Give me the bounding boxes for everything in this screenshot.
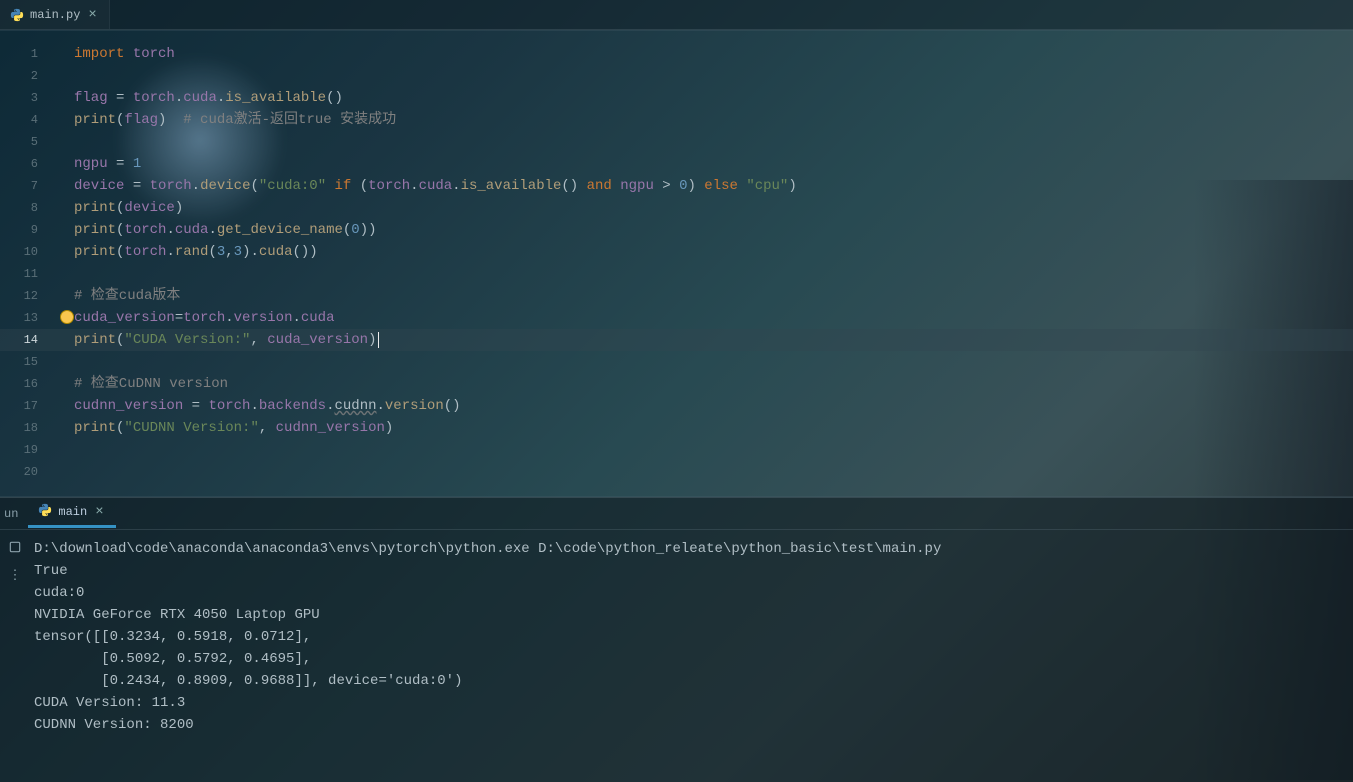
code-line[interactable]: 10print(torch.rand(3,3).cuda()) — [0, 241, 1353, 263]
line-number: 8 — [0, 197, 54, 219]
code-line[interactable]: 8print(device) — [0, 197, 1353, 219]
code-line[interactable]: 15 — [0, 351, 1353, 373]
line-number: 20 — [0, 461, 54, 483]
code-content: device = torch.device("cuda:0" if (torch… — [54, 175, 1353, 197]
more-actions-button[interactable]: ⋮ — [1, 566, 30, 585]
code-line[interactable]: 7device = torch.device("cuda:0" if (torc… — [0, 175, 1353, 197]
code-content: print(device) — [54, 197, 1353, 219]
run-tab-bar: un main × — [0, 498, 1353, 530]
line-number: 18 — [0, 417, 54, 439]
code-content: # 检查cuda版本 — [54, 285, 1353, 307]
line-number: 2 — [0, 65, 54, 87]
run-tab-label: main — [58, 505, 87, 519]
run-tab-main[interactable]: main × — [28, 499, 115, 528]
line-number: 6 — [0, 153, 54, 175]
line-number: 10 — [0, 241, 54, 263]
run-toolbar: ⋮ — [0, 530, 30, 782]
run-tab-close-button[interactable]: × — [93, 505, 105, 519]
code-line[interactable]: 12# 检查cuda版本 — [0, 285, 1353, 307]
code-content: # 检查CuDNN version — [54, 373, 1353, 395]
code-content: cudnn_version = torch.backends.cudnn.ver… — [54, 395, 1353, 417]
python-file-icon — [10, 8, 24, 22]
run-tool-window: un main × ⋮ D:\download\code\anaconda\an… — [0, 497, 1353, 782]
line-number: 16 — [0, 373, 54, 395]
code-line[interactable]: 17cudnn_version = torch.backends.cudnn.v… — [0, 395, 1353, 417]
code-line[interactable]: 16# 检查CuDNN version — [0, 373, 1353, 395]
line-number: 7 — [0, 175, 54, 197]
code-content: print("CUDNN Version:", cudnn_version) — [54, 417, 1353, 439]
code-content: ngpu = 1 — [54, 153, 1353, 175]
line-number: 17 — [0, 395, 54, 417]
code-content: print("CUDA Version:", cuda_version) — [54, 329, 1353, 351]
code-content: flag = torch.cuda.is_available() — [54, 87, 1353, 109]
line-number: 4 — [0, 109, 54, 131]
editor-tab-label: main.py — [30, 8, 80, 22]
code-content: cuda_version=torch.version.cuda — [54, 307, 1353, 329]
code-line[interactable]: 5 — [0, 131, 1353, 153]
code-line[interactable]: 4print(flag) # cuda激活-返回true 安装成功 — [0, 109, 1353, 131]
code-line[interactable]: 9print(torch.cuda.get_device_name(0)) — [0, 219, 1353, 241]
line-number: 1 — [0, 43, 54, 65]
tab-close-button[interactable]: × — [86, 8, 98, 22]
line-number: 5 — [0, 131, 54, 153]
code-line[interactable]: 19 — [0, 439, 1353, 461]
line-number: 12 — [0, 285, 54, 307]
code-line[interactable]: 14print("CUDA Version:", cuda_version) — [0, 329, 1353, 351]
editor-tab-bar: main.py × — [0, 0, 1353, 30]
code-content: print(torch.cuda.get_device_name(0)) — [54, 219, 1353, 241]
intention-bulb-icon[interactable] — [60, 310, 74, 324]
line-number: 13 — [0, 307, 54, 329]
code-content: print(torch.rand(3,3).cuda()) — [54, 241, 1353, 263]
code-line[interactable]: 3flag = torch.cuda.is_available() — [0, 87, 1353, 109]
code-line[interactable]: 11 — [0, 263, 1353, 285]
python-file-icon — [38, 503, 52, 521]
code-line[interactable]: 13cuda_version=torch.version.cuda — [0, 307, 1353, 329]
code-content: print(flag) # cuda激活-返回true 安装成功 — [54, 109, 1353, 131]
expand-icon[interactable] — [4, 536, 26, 558]
code-editor[interactable]: 1import torch23flag = torch.cuda.is_avai… — [0, 30, 1353, 497]
line-number: 3 — [0, 87, 54, 109]
code-line[interactable]: 18print("CUDNN Version:", cudnn_version) — [0, 417, 1353, 439]
run-panel-title: un — [2, 507, 24, 521]
editor-tab-main[interactable]: main.py × — [0, 0, 110, 29]
code-line[interactable]: 20 — [0, 461, 1353, 483]
console-output[interactable]: D:\download\code\anaconda\anaconda3\envs… — [30, 530, 1353, 782]
code-line[interactable]: 6ngpu = 1 — [0, 153, 1353, 175]
line-number: 9 — [0, 219, 54, 241]
line-number: 14 — [0, 329, 54, 351]
line-number: 19 — [0, 439, 54, 461]
code-line[interactable]: 2 — [0, 65, 1353, 87]
code-content: import torch — [54, 43, 1353, 65]
line-number: 15 — [0, 351, 54, 373]
line-number: 11 — [0, 263, 54, 285]
code-line[interactable]: 1import torch — [0, 43, 1353, 65]
